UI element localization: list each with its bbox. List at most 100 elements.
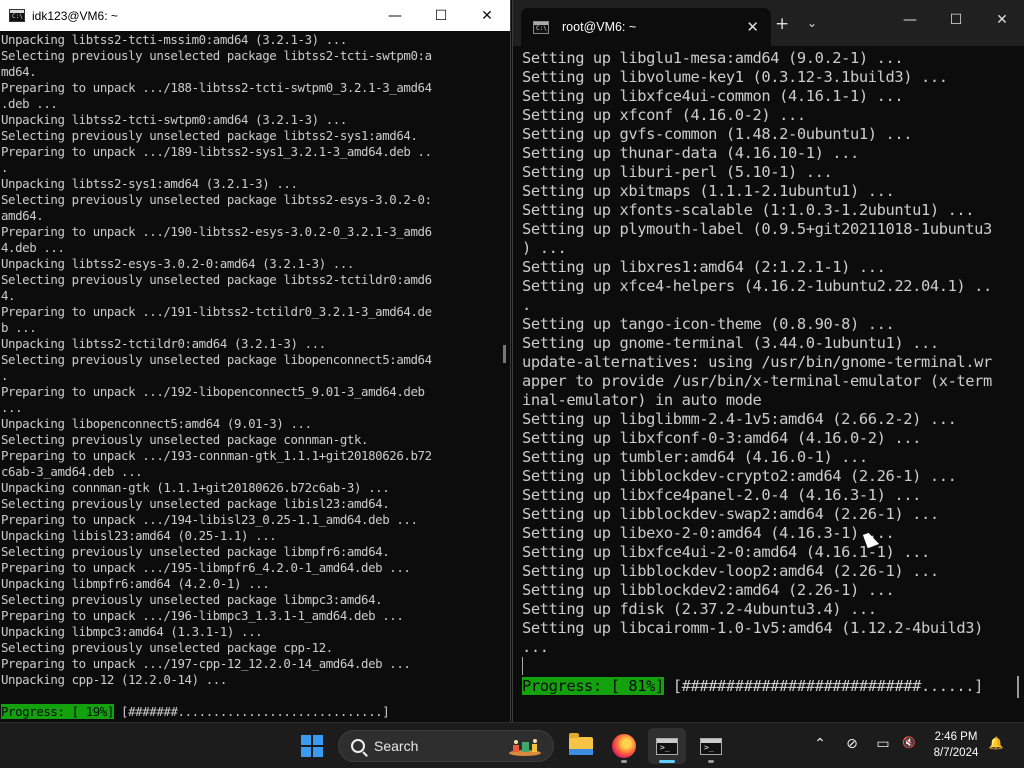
right-terminal-line: Setting up libxfconf-0-3:amd64 (4.16.0-2… [522,429,921,447]
right-terminal-line: Setting up libvolume-key1 (0.3.12-3.1bui… [522,68,948,86]
right-terminal-window[interactable]: C:\ root@VM6: ~ ✕ + ⌄ — ☐ ✕ Setting up l… [512,0,1024,722]
left-terminal-line: Unpacking libisl23:amd64 (0.25-1.1) ... [1,528,277,543]
file-explorer-button[interactable] [562,728,600,764]
left-terminal-line: Unpacking libmpfr6:amd64 (4.2.0-1) ... [1,576,270,591]
right-terminal-line: Setting up gnome-terminal (3.44.0-1ubunt… [522,334,939,352]
close-button[interactable]: ✕ [979,0,1024,40]
firefox-icon [612,734,636,758]
minimize-button[interactable]: — [372,0,418,31]
left-terminal-line: ... [1,400,23,415]
right-terminal-line: update-alternatives: using /usr/bin/gnom… [522,353,992,371]
terminal-button[interactable]: >_ [692,728,730,764]
right-terminal-line: Setting up libexo-2-0:amd64 (4.16.3-1) .… [522,524,895,542]
left-terminal-line: 4. [1,288,16,303]
right-scrollbar-thumb[interactable] [1017,676,1019,698]
display-icon[interactable]: ▭ [873,736,893,752]
clock-time: 2:46 PM [934,731,978,743]
right-terminal-line: Setting up libblockdev-crypto2:amd64 (2.… [522,467,957,485]
right-terminal-line: Setting up libblockdev-swap2:amd64 (2.26… [522,505,939,523]
right-terminal-line: apper to provide /usr/bin/x-terminal-emu… [522,372,992,390]
close-button[interactable]: ✕ [464,0,510,31]
right-terminal-line: Setting up xbitmaps (1.1.1-2.1ubuntu1) .… [522,182,895,200]
right-terminal-line: Setting up xfce4-helpers (4.16.2-1ubuntu… [522,277,992,295]
left-terminal-line: 4.deb ... [1,240,65,255]
right-terminal-line: Setting up libxfce4panel-2.0-4 (4.16.3-1… [522,486,921,504]
right-terminal-line: Setting up tango-icon-theme (0.8.90-8) .… [522,315,895,333]
maximize-button[interactable]: ☐ [418,0,464,31]
left-terminal-line: Selecting previously unselected package … [1,192,432,207]
taskbar-search-box[interactable]: Search [338,730,554,762]
taskbar: Search >_ >_ ⌃ ⊘ ▭ 🔇 2:46 PM 8/7/2024 🔔 [0,722,1024,768]
left-terminal-line: Preparing to unpack .../188-libtss2-tcti… [1,80,432,95]
tab-close-icon[interactable]: ✕ [746,18,759,36]
right-terminal-line: Setting up gvfs-common (1.48.2-0ubuntu1)… [522,125,913,143]
network-off-icon[interactable]: ⊘ [842,736,862,752]
left-progress-label: Progress: [ 19%] [1,704,114,719]
left-terminal-line: Unpacking libmpc3:amd64 (1.3.1-1) ... [1,624,263,639]
right-terminal-line: Setting up liburi-perl (5.10-1) ... [522,163,833,181]
start-button[interactable] [293,728,331,764]
tab-terminal-icon: C:\ [533,20,549,34]
volume-mute-icon[interactable]: 🔇 [899,736,919,749]
left-terminal-line: Preparing to unpack .../194-libisl23_0.2… [1,512,418,527]
left-terminal-line: . [1,160,9,175]
left-terminal-line: Selecting previously unselected package … [1,48,432,63]
left-terminal-window[interactable]: C:\ idk123@VM6: ~ — ☐ ✕ Unpacking libtss… [0,0,511,722]
left-terminal-line: Unpacking libopenconnect5:amd64 (9.01-3)… [1,416,312,431]
new-tab-button[interactable]: + [775,14,789,34]
text-cursor [522,657,523,675]
right-terminal-line: Setting up libxfce4ui-common (4.16.1-1) … [522,87,904,105]
right-terminal-line: Setting up xfconf (4.16.0-2) ... [522,106,806,124]
minimize-button[interactable]: — [887,0,933,40]
left-terminal-line: b ... [1,320,37,335]
left-terminal-line: .deb ... [1,96,58,111]
left-terminal-line: Unpacking libtss2-tcti-mssim0:amd64 (3.2… [1,32,347,47]
left-terminal-line: Selecting previously unselected package … [1,432,369,447]
left-window-title: idk123@VM6: ~ [32,8,118,23]
left-terminal-line: Preparing to unpack .../189-libtss2-sys1… [1,144,432,159]
left-window-controls: — ☐ ✕ [372,0,510,31]
system-clock[interactable]: 2:46 PM 8/7/2024 [928,729,984,761]
chevron-down-icon[interactable]: ⌄ [807,16,817,30]
left-terminal-line: Preparing to unpack .../193-connman-gtk_… [1,448,432,463]
tab-root-vm6[interactable]: C:\ root@VM6: ~ ✕ [521,8,771,46]
right-terminal-line: ... [522,638,549,656]
left-terminal-line: Selecting previously unselected package … [1,272,432,287]
right-progress-label: Progress: [ 81%] [522,677,664,695]
right-terminal-line: Setting up plymouth-label (0.9.5+git2021… [522,220,992,238]
right-window-controls: — ☐ ✕ [887,0,1024,40]
firefox-button[interactable] [605,728,643,764]
left-terminal-line: . [1,368,9,383]
folder-icon [569,733,593,755]
left-terminal-line: Preparing to unpack .../197-cpp-12_12.2.… [1,656,411,671]
console-app-icon: C:\ [9,9,25,22]
right-window-titlebar[interactable]: C:\ root@VM6: ~ ✕ + ⌄ — ☐ ✕ [513,0,1024,46]
left-scrollbar-thumb[interactable] [503,345,506,363]
running-indicator [621,760,627,763]
left-terminal-line: Selecting previously unselected package … [1,352,432,367]
left-terminal-line: amd64. [1,208,44,223]
left-terminal-line: Selecting previously unselected package … [1,592,383,607]
left-progress-row: Progress: [ 19%] [#######...............… [1,703,390,720]
terminal-icon: >_ [700,737,722,755]
left-terminal-line: Selecting previously unselected package … [1,128,418,143]
left-terminal-output[interactable]: Unpacking libtss2-tcti-mssim0:amd64 (3.2… [1,32,432,688]
left-terminal-line: Unpacking libtss2-sys1:amd64 (3.2.1-3) .… [1,176,298,191]
right-terminal-line: Setting up libblockdev-loop2:amd64 (2.26… [522,562,939,580]
windows-logo-icon [301,735,323,757]
right-terminal-output[interactable]: Setting up libglu1-mesa:amd64 (9.0.2-1) … [522,49,992,657]
right-terminal-line: inal-emulator) in auto mode [522,391,762,409]
left-terminal-line: Selecting previously unselected package … [1,544,390,559]
right-terminal-line: Setting up libxres1:amd64 (2:1.2.1-1) ..… [522,258,886,276]
left-window-titlebar[interactable]: C:\ idk123@VM6: ~ — ☐ ✕ [0,0,510,31]
notification-bell-icon[interactable]: 🔔 [986,736,1006,750]
left-terminal-line: Preparing to unpack .../191-libtss2-tcti… [1,304,432,319]
left-terminal-line: Selecting previously unselected package … [1,496,390,511]
terminal-button-active[interactable]: >_ [648,728,686,764]
chevron-up-icon[interactable]: ⌃ [810,736,830,752]
left-terminal-line: Unpacking libtss2-esys-3.0.2-0:amd64 (3.… [1,256,354,271]
left-terminal-line: Selecting previously unselected package … [1,640,333,655]
right-terminal-line: Setting up thunar-data (4.16.10-1) ... [522,144,859,162]
maximize-button[interactable]: ☐ [933,0,979,40]
left-terminal-line: Preparing to unpack .../196-libmpc3_1.3.… [1,608,404,623]
